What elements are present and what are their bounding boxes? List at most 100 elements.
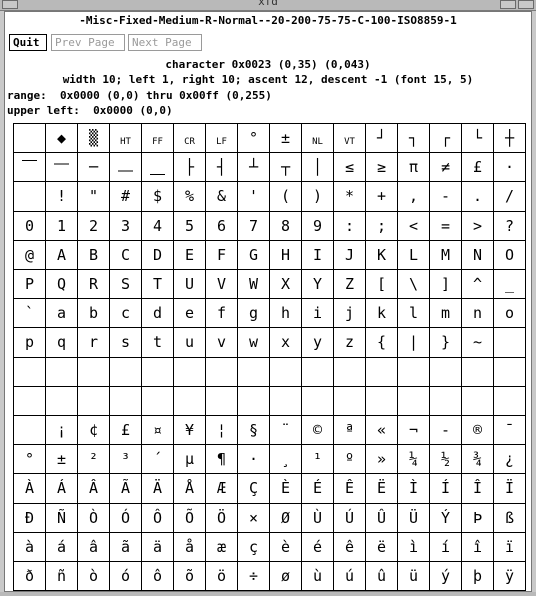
glyph-cell[interactable]: ¿ xyxy=(493,444,526,475)
glyph-cell[interactable]: â xyxy=(77,531,110,562)
glyph-cell[interactable]: Û xyxy=(365,502,398,533)
glyph-cell[interactable] xyxy=(429,356,462,387)
glyph-cell[interactable]: £ xyxy=(461,152,494,183)
glyph-cell[interactable]: { xyxy=(365,327,398,358)
glyph-cell[interactable]: ³ xyxy=(109,444,142,475)
glyph-cell[interactable]: õ xyxy=(173,561,206,592)
glyph-cell[interactable]: · xyxy=(237,444,270,475)
glyph-cell[interactable]: 1 xyxy=(45,210,78,241)
glyph-cell[interactable]: 0 xyxy=(13,210,46,241)
glyph-cell[interactable]: ) xyxy=(301,181,334,212)
glyph-cell[interactable]: ⎻ xyxy=(45,152,78,183)
glyph-cell[interactable]: V xyxy=(205,269,238,300)
glyph-cell[interactable]: ' xyxy=(237,181,270,212)
glyph-cell[interactable]: T xyxy=(141,269,174,300)
glyph-cell[interactable]: û xyxy=(365,561,398,592)
glyph-cell[interactable]: } xyxy=(429,327,462,358)
glyph-cell[interactable] xyxy=(173,385,206,416)
glyph-cell[interactable]: Ñ xyxy=(45,502,78,533)
glyph-cell[interactable]: ┬ xyxy=(269,152,302,183)
glyph-cell[interactable] xyxy=(397,356,430,387)
glyph-cell[interactable]: @ xyxy=(13,239,46,270)
glyph-cell[interactable]: p xyxy=(13,327,46,358)
glyph-cell[interactable]: w xyxy=(237,327,270,358)
glyph-cell[interactable]: ÿ xyxy=(493,561,526,592)
glyph-cell[interactable]: ^ xyxy=(461,269,494,300)
glyph-cell[interactable]: P xyxy=(13,269,46,300)
glyph-cell[interactable]: [ xyxy=(365,269,398,300)
glyph-cell[interactable]: _ xyxy=(493,269,526,300)
glyph-cell[interactable] xyxy=(173,356,206,387)
glyph-cell[interactable] xyxy=(269,356,302,387)
glyph-cell[interactable]: Ý xyxy=(429,502,462,533)
glyph-cell[interactable]: W xyxy=(237,269,270,300)
glyph-cell[interactable] xyxy=(77,385,110,416)
glyph-cell[interactable]: ¯ xyxy=(493,415,526,446)
glyph-cell[interactable]: ý xyxy=(429,561,462,592)
glyph-cell[interactable] xyxy=(13,181,46,212)
glyph-cell[interactable]: ¾ xyxy=(461,444,494,475)
glyph-cell[interactable]: ´ xyxy=(141,444,174,475)
glyph-cell[interactable]: Á xyxy=(45,473,78,504)
glyph-cell[interactable]: NL xyxy=(301,123,334,154)
glyph-cell[interactable]: å xyxy=(173,531,206,562)
glyph-cell[interactable]: Í xyxy=(429,473,462,504)
glyph-cell[interactable]: © xyxy=(301,415,334,446)
quit-button[interactable]: Quit xyxy=(9,34,47,51)
glyph-cell[interactable]: £ xyxy=(109,415,142,446)
glyph-cell[interactable]: ® xyxy=(461,415,494,446)
glyph-cell[interactable]: ó xyxy=(109,561,142,592)
glyph-cell[interactable]: ¬ xyxy=(397,415,430,446)
glyph-cell[interactable]: z xyxy=(333,327,366,358)
glyph-cell[interactable] xyxy=(45,356,78,387)
glyph-cell[interactable]: - xyxy=(429,415,462,446)
minimize-button[interactable] xyxy=(500,0,516,9)
glyph-cell[interactable]: n xyxy=(461,298,494,329)
glyph-cell[interactable]: ß xyxy=(493,502,526,533)
glyph-cell[interactable]: ü xyxy=(397,561,430,592)
glyph-cell[interactable]: ° xyxy=(237,123,270,154)
glyph-cell[interactable]: Å xyxy=(173,473,206,504)
glyph-cell[interactable]: * xyxy=(333,181,366,212)
glyph-cell[interactable]: ½ xyxy=(429,444,462,475)
glyph-cell[interactable]: o xyxy=(493,298,526,329)
glyph-cell[interactable]: Z xyxy=(333,269,366,300)
glyph-cell[interactable]: ä xyxy=(141,531,174,562)
maximize-button[interactable] xyxy=(518,0,534,9)
glyph-cell[interactable] xyxy=(333,385,366,416)
glyph-cell[interactable]: | xyxy=(397,327,430,358)
glyph-cell[interactable] xyxy=(493,385,526,416)
glyph-cell[interactable]: ¨ xyxy=(269,415,302,446)
glyph-cell[interactable]: ¹ xyxy=(301,444,334,475)
glyph-cell[interactable]: Y xyxy=(301,269,334,300)
next-page-button[interactable]: Next Page xyxy=(128,34,202,51)
glyph-cell[interactable]: Ä xyxy=(141,473,174,504)
glyph-cell[interactable]: ë xyxy=(365,531,398,562)
glyph-cell[interactable]: t xyxy=(141,327,174,358)
glyph-cell[interactable]: î xyxy=(461,531,494,562)
glyph-cell[interactable]: ç xyxy=(237,531,270,562)
glyph-cell[interactable]: . xyxy=(461,181,494,212)
glyph-cell[interactable]: · xyxy=(493,152,526,183)
glyph-cell[interactable]: u xyxy=(173,327,206,358)
glyph-cell[interactable]: e xyxy=(173,298,206,329)
glyph-cell[interactable]: Ö xyxy=(205,502,238,533)
glyph-cell[interactable]: ¶ xyxy=(205,444,238,475)
glyph-cell[interactable] xyxy=(141,356,174,387)
glyph-cell[interactable]: f xyxy=(205,298,238,329)
glyph-cell[interactable]: ┴ xyxy=(237,152,270,183)
glyph-cell[interactable]: h xyxy=(269,298,302,329)
glyph-cell[interactable]: / xyxy=(493,181,526,212)
glyph-cell[interactable]: ª xyxy=(333,415,366,446)
glyph-cell[interactable]: N xyxy=(461,239,494,270)
glyph-cell[interactable]: l xyxy=(397,298,430,329)
glyph-cell[interactable] xyxy=(205,356,238,387)
glyph-cell[interactable] xyxy=(13,123,46,154)
glyph-cell[interactable] xyxy=(77,356,110,387)
glyph-cell[interactable]: É xyxy=(301,473,334,504)
glyph-cell[interactable]: é xyxy=(301,531,334,562)
glyph-cell[interactable]: π xyxy=(397,152,430,183)
glyph-cell[interactable]: ö xyxy=(205,561,238,592)
window-title-bar[interactable]: xfd xyxy=(0,0,536,11)
glyph-cell[interactable]: K xyxy=(365,239,398,270)
